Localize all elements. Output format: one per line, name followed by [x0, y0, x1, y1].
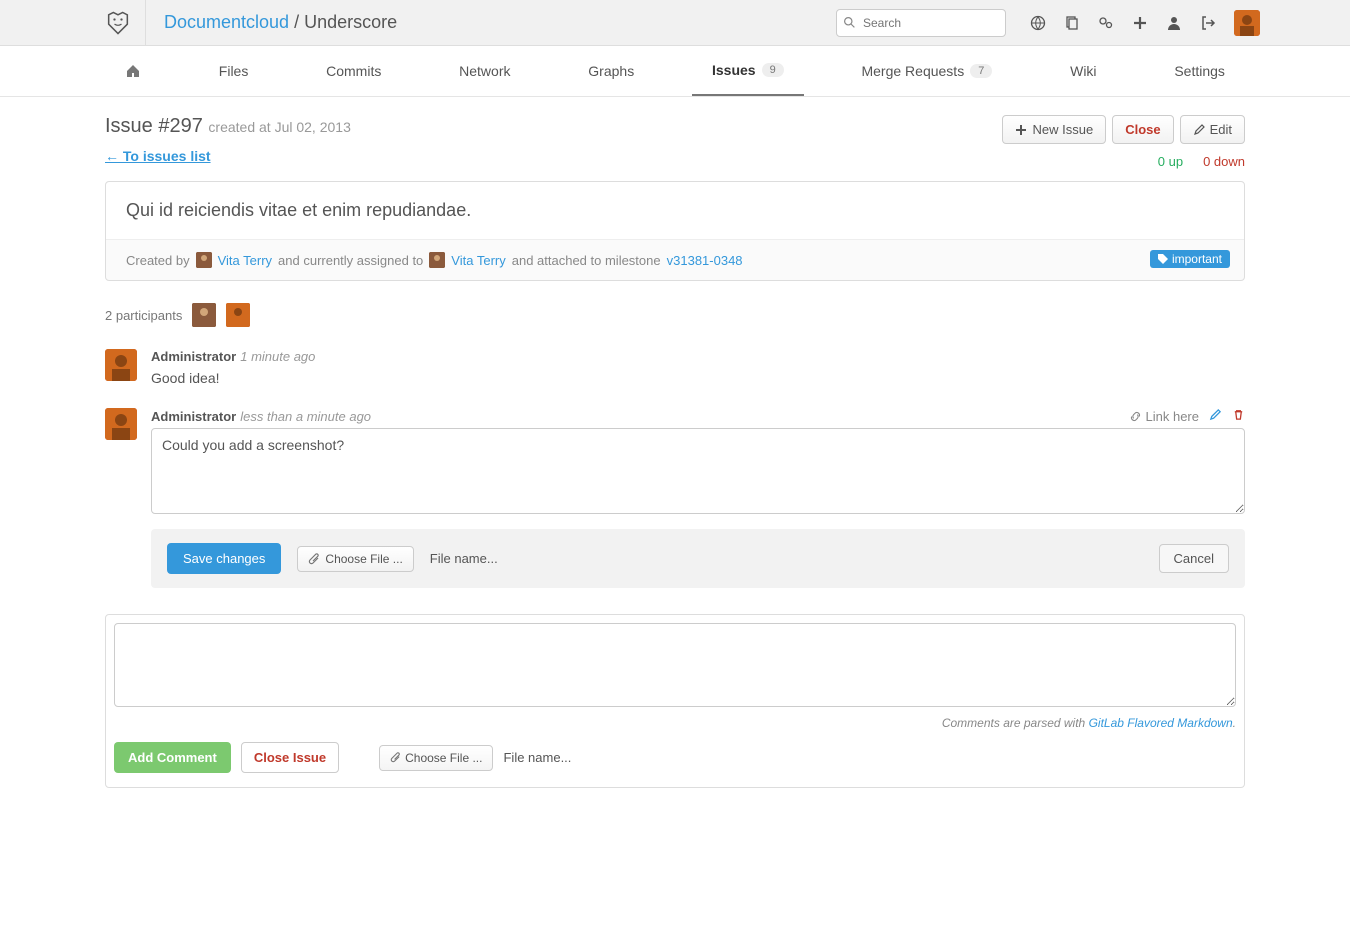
tag-icon — [1158, 254, 1168, 264]
trash-icon — [1232, 408, 1245, 421]
downvotes: 0 down — [1203, 154, 1245, 169]
tab-commits[interactable]: Commits — [306, 46, 401, 96]
delete-comment-button[interactable] — [1232, 408, 1245, 424]
topbar-right — [836, 7, 1350, 39]
namespace-link[interactable]: Documentcloud — [164, 12, 289, 32]
tab-graphs[interactable]: Graphs — [568, 46, 654, 96]
choose-file-button-2[interactable]: Choose File ... — [379, 745, 493, 771]
tab-network[interactable]: Network — [439, 46, 530, 96]
tab-merge-requests[interactable]: Merge Requests7 — [841, 46, 1012, 96]
edit-issue-button[interactable]: Edit — [1180, 115, 1245, 144]
gitlab-logo-icon — [104, 9, 132, 37]
edit-comment-bar: Save changes Choose File ... File name..… — [151, 529, 1245, 588]
issue-title: Issue #297 created at Jul 02, 2013 — [105, 115, 351, 138]
search-icon — [843, 16, 856, 29]
participants: 2 participants — [105, 303, 1245, 327]
search-input[interactable] — [836, 9, 1006, 37]
tab-files[interactable]: Files — [199, 46, 269, 96]
tab-home[interactable] — [105, 46, 161, 96]
new-issue-button[interactable]: New Issue — [1002, 115, 1106, 144]
markdown-hint: Comments are parsed with GitLab Flavored… — [114, 716, 1236, 730]
pencil-icon — [1209, 408, 1222, 421]
issue-header: Issue #297 created at Jul 02, 2013 ← To … — [105, 115, 1245, 169]
comment-text: Good idea! — [151, 370, 1245, 386]
edit-comment-textarea[interactable] — [151, 428, 1245, 514]
back-to-issues-link[interactable]: ← To issues list — [105, 148, 211, 164]
mr-badge: 7 — [970, 64, 992, 78]
issue-meta-footer: Created by Vita Terry and currently assi… — [106, 240, 1244, 280]
new-comment-textarea[interactable] — [114, 623, 1236, 707]
plus-icon[interactable] — [1124, 7, 1156, 39]
participants-text: 2 participants — [105, 308, 182, 323]
assignee-avatar — [429, 252, 445, 268]
avatar[interactable] — [1234, 10, 1260, 36]
creator-avatar — [196, 252, 212, 268]
breadcrumb: Documentcloud / Underscore — [164, 12, 397, 33]
search-box — [836, 9, 1006, 37]
filename-label: File name... — [430, 551, 498, 566]
public-icon[interactable] — [1022, 7, 1054, 39]
close-issue-button-2[interactable]: Close Issue — [241, 742, 339, 773]
milestone-link[interactable]: v31381-0348 — [667, 253, 743, 268]
upvotes: 0 up — [1158, 154, 1183, 169]
topbar: Documentcloud / Underscore — [0, 0, 1350, 46]
assignee-link[interactable]: Vita Terry — [451, 253, 505, 268]
paperclip-icon — [390, 752, 401, 763]
tab-settings[interactable]: Settings — [1154, 46, 1245, 96]
close-issue-button[interactable]: Close — [1112, 115, 1173, 144]
save-changes-button[interactable]: Save changes — [167, 543, 281, 574]
issue-actions: New Issue Close Edit — [1002, 115, 1245, 144]
new-comment-actions: Add Comment Close Issue Choose File ... … — [114, 742, 1236, 773]
filename-label-2: File name... — [503, 750, 571, 765]
comment-author[interactable]: Administrator — [151, 349, 236, 364]
link-icon — [1129, 410, 1142, 423]
issues-badge: 9 — [762, 63, 784, 77]
plus-icon — [1015, 124, 1027, 136]
issue-created-meta: created at Jul 02, 2013 — [208, 119, 350, 135]
add-comment-button[interactable]: Add Comment — [114, 742, 231, 773]
main-container: Issue #297 created at Jul 02, 2013 ← To … — [105, 97, 1245, 828]
pencil-icon — [1193, 124, 1205, 136]
comment-row-editing: Administrator less than a minute ago Lin… — [105, 408, 1245, 588]
signout-icon[interactable] — [1192, 7, 1224, 39]
navtabs: Files Commits Network Graphs Issues9 Mer… — [0, 46, 1350, 97]
votes: 0 up 0 down — [1002, 154, 1245, 169]
new-comment-wrap: Comments are parsed with GitLab Flavored… — [105, 614, 1245, 788]
issue-box: Qui id reiciendis vitae et enim repudian… — [105, 181, 1245, 281]
comment-author[interactable]: Administrator — [151, 409, 236, 424]
participant-avatar-1[interactable] — [192, 303, 216, 327]
label-important[interactable]: important — [1150, 250, 1230, 268]
paperclip-icon — [308, 553, 320, 565]
logo[interactable] — [90, 0, 146, 46]
markdown-link[interactable]: GitLab Flavored Markdown — [1089, 716, 1233, 730]
comment-row: Administrator 1 minute ago Good idea! — [105, 349, 1245, 386]
comment-time: less than a minute ago — [240, 409, 371, 424]
tab-wiki[interactable]: Wiki — [1050, 46, 1116, 96]
comment-avatar[interactable] — [105, 408, 137, 440]
comment-avatar[interactable] — [105, 349, 137, 381]
comment-time: 1 minute ago — [240, 349, 315, 364]
tab-issues[interactable]: Issues9 — [692, 46, 804, 96]
link-here[interactable]: Link here — [1129, 409, 1199, 424]
clipboard-icon[interactable] — [1056, 7, 1088, 39]
creator-link[interactable]: Vita Terry — [218, 253, 272, 268]
edit-comment-button[interactable] — [1209, 408, 1222, 424]
choose-file-button[interactable]: Choose File ... — [297, 546, 413, 572]
issue-description: Qui id reiciendis vitae et enim repudian… — [106, 182, 1244, 240]
user-icon[interactable] — [1158, 7, 1190, 39]
participant-avatar-2[interactable] — [226, 303, 250, 327]
breadcrumb-sep: / — [289, 12, 304, 32]
project-name: Underscore — [304, 12, 397, 32]
cogs-icon[interactable] — [1090, 7, 1122, 39]
cancel-edit-button[interactable]: Cancel — [1159, 544, 1229, 573]
